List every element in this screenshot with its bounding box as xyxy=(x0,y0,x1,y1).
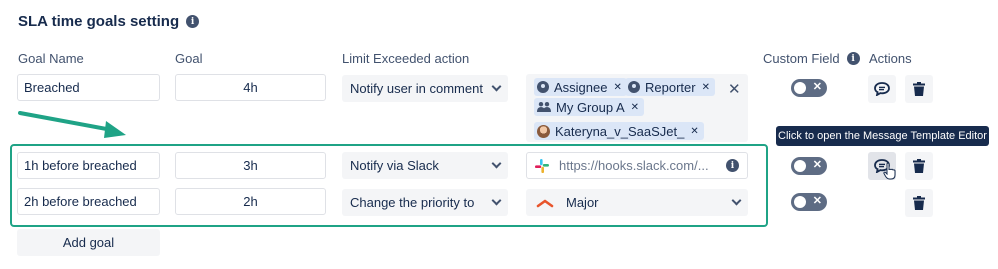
chevron-down-icon xyxy=(491,81,502,92)
trash-icon xyxy=(913,82,925,96)
header-custom-field-text: Custom Field xyxy=(763,51,840,66)
chip-group: My Group A ✕ xyxy=(534,98,645,116)
goal-name-input[interactable]: 2h before breached xyxy=(17,188,160,215)
delete-goal-button[interactable] xyxy=(905,75,933,103)
header-goal-name: Goal Name xyxy=(18,51,84,66)
toggle-off-icon: ✕ xyxy=(812,195,822,207)
group-icon xyxy=(537,102,551,112)
toggle-off-icon: ✕ xyxy=(812,81,822,93)
slack-webhook-value: https://hooks.slack.com/... xyxy=(559,158,709,173)
header-goal: Goal xyxy=(175,51,203,66)
avatar xyxy=(537,124,550,138)
chevron-down-icon xyxy=(491,158,502,169)
header-custom-field: Custom Field i xyxy=(763,51,860,66)
priority-select[interactable]: Major xyxy=(526,189,748,216)
header-limit-action: Limit Exceeded action xyxy=(342,51,470,66)
hand-cursor-icon xyxy=(883,162,896,180)
limit-action-value: Change the priority to xyxy=(350,195,475,210)
priority-value: Major xyxy=(534,195,599,210)
info-icon[interactable]: i xyxy=(726,159,739,172)
chip-reporter: Reporter ✕ xyxy=(625,78,715,96)
limit-action-select[interactable]: Notify user in comment xyxy=(342,75,508,102)
info-icon[interactable]: i xyxy=(186,15,200,28)
chip-label: My Group A xyxy=(556,99,625,115)
remove-chip-icon[interactable]: ✕ xyxy=(702,82,710,93)
goal-input[interactable]: 2h xyxy=(175,188,326,215)
info-icon[interactable]: i xyxy=(846,52,860,65)
clear-all-icon[interactable]: ✕ xyxy=(728,80,741,98)
goal-name-input[interactable]: Breached xyxy=(17,74,160,101)
custom-field-toggle[interactable]: ✕ xyxy=(791,79,827,97)
chip-label: Kateryna_v_SaaSJet_ xyxy=(555,123,685,139)
limit-action-select[interactable]: Change the priority to xyxy=(342,189,508,216)
goal-name-input[interactable]: 1h before breached xyxy=(17,152,160,179)
section-title: SLA time goals setting i xyxy=(18,13,200,30)
priority-major-icon xyxy=(536,199,554,207)
message-template-button[interactable] xyxy=(868,75,896,103)
toggle-knob xyxy=(794,196,806,208)
slack-webhook-content: https://hooks.slack.com/... xyxy=(535,158,709,173)
custom-field-toggle[interactable]: ✕ xyxy=(791,157,827,175)
slack-webhook-input[interactable]: https://hooks.slack.com/... i xyxy=(526,152,748,179)
priority-label: Major xyxy=(566,195,599,210)
remove-chip-icon[interactable]: ✕ xyxy=(690,126,698,137)
remove-chip-icon[interactable]: ✕ xyxy=(631,102,639,113)
tooltip: Click to open the Message Template Edito… xyxy=(776,126,989,146)
toggle-off-icon: ✕ xyxy=(812,159,822,171)
header-actions: Actions xyxy=(869,51,912,66)
limit-action-value: Notify user in comment xyxy=(350,81,483,96)
chip-label: Reporter xyxy=(645,79,696,95)
chevron-down-icon xyxy=(491,195,502,206)
comment-icon xyxy=(874,82,890,96)
add-goal-button[interactable]: Add goal xyxy=(17,229,160,256)
trash-icon xyxy=(913,196,925,210)
user-multiselect[interactable]: Assignee ✕ Reporter ✕ My Group A ✕ Kater… xyxy=(526,74,748,142)
chip-label: Assignee xyxy=(554,79,608,95)
trash-icon xyxy=(913,159,925,173)
remove-chip-icon[interactable]: ✕ xyxy=(613,82,621,93)
goal-input[interactable]: 3h xyxy=(175,152,326,179)
annotation-arrow-icon xyxy=(18,111,126,138)
toggle-knob xyxy=(794,160,806,172)
goal-input[interactable]: 4h xyxy=(175,74,326,101)
user-icon xyxy=(628,81,640,93)
limit-action-select[interactable]: Notify via Slack xyxy=(342,152,508,179)
slack-icon xyxy=(535,158,549,173)
delete-goal-button[interactable] xyxy=(905,189,933,217)
delete-goal-button[interactable] xyxy=(905,152,933,180)
limit-action-value: Notify via Slack xyxy=(350,158,439,173)
user-icon xyxy=(537,81,549,93)
chip-assignee: Assignee ✕ xyxy=(534,78,627,96)
chevron-down-icon xyxy=(731,195,742,206)
section-title-text: SLA time goals setting xyxy=(18,13,180,30)
chip-user: Kateryna_v_SaaSJet_ ✕ xyxy=(534,122,704,140)
custom-field-toggle[interactable]: ✕ xyxy=(791,193,827,211)
toggle-knob xyxy=(794,82,806,94)
